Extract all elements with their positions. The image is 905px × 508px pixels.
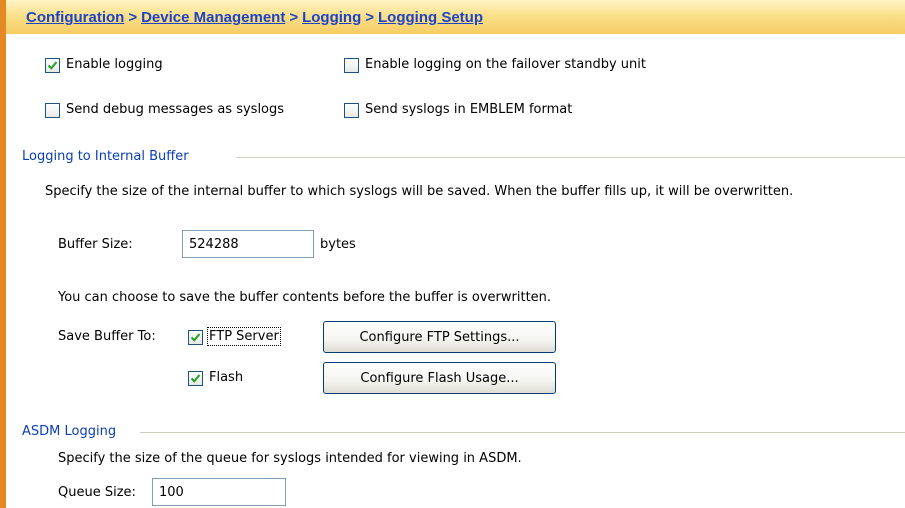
window-left-border bbox=[0, 0, 6, 508]
internal-buffer-description: Specify the size of the internal buffer … bbox=[45, 184, 794, 199]
configure-flash-usage-button[interactable]: Configure Flash Usage... bbox=[323, 362, 556, 394]
section-divider bbox=[236, 157, 905, 158]
breadcrumb-device-management[interactable]: Device Management bbox=[141, 9, 285, 26]
configure-ftp-settings-button[interactable]: Configure FTP Settings... bbox=[323, 321, 556, 353]
ftp-server-checkbox[interactable] bbox=[188, 330, 203, 345]
flash-label: Flash bbox=[209, 370, 244, 385]
buffer-size-input[interactable] bbox=[182, 230, 314, 258]
emblem-format-label: Send syslogs in EMBLEM format bbox=[365, 102, 573, 117]
enable-logging-checkbox[interactable] bbox=[45, 58, 60, 73]
buffer-size-label: Buffer Size: bbox=[58, 237, 133, 252]
breadcrumb-separator: > bbox=[365, 9, 375, 26]
send-debug-checkbox[interactable] bbox=[45, 103, 60, 118]
flash-checkbox[interactable] bbox=[188, 371, 203, 386]
asdm-logging-section-title: ASDM Logging bbox=[22, 424, 117, 439]
asdm-logging-description: Specify the size of the queue for syslog… bbox=[58, 451, 522, 466]
breadcrumb-separator: > bbox=[128, 9, 138, 26]
section-divider bbox=[140, 432, 905, 433]
emblem-format-checkbox[interactable] bbox=[344, 103, 359, 118]
save-buffer-description: You can choose to save the buffer conten… bbox=[58, 290, 552, 305]
checkmark-icon bbox=[190, 333, 201, 342]
checkmark-icon bbox=[47, 61, 58, 70]
queue-size-label: Queue Size: bbox=[58, 485, 136, 500]
ftp-server-label: FTP Server bbox=[207, 327, 281, 346]
breadcrumb: Configuration > Device Management > Logging >… bbox=[26, 9, 483, 26]
enable-logging-standby-label: Enable logging on the failover standby u… bbox=[365, 57, 646, 72]
save-buffer-to-label: Save Buffer To: bbox=[58, 329, 156, 344]
send-debug-label: Send debug messages as syslogs bbox=[66, 102, 285, 117]
enable-logging-standby-checkbox[interactable] bbox=[344, 58, 359, 73]
breadcrumb-separator: > bbox=[289, 9, 299, 26]
checkmark-icon bbox=[190, 374, 201, 383]
breadcrumb-configuration[interactable]: Configuration bbox=[26, 9, 124, 26]
buffer-size-unit: bytes bbox=[320, 237, 356, 252]
breadcrumb-logging[interactable]: Logging bbox=[302, 9, 361, 26]
internal-buffer-section-title: Logging to Internal Buffer bbox=[22, 149, 189, 164]
breadcrumb-logging-setup[interactable]: Logging Setup bbox=[378, 9, 483, 26]
header-bar: Configuration > Device Management > Logging >… bbox=[6, 0, 905, 34]
queue-size-input[interactable] bbox=[152, 478, 286, 506]
enable-logging-label: Enable logging bbox=[66, 57, 163, 72]
